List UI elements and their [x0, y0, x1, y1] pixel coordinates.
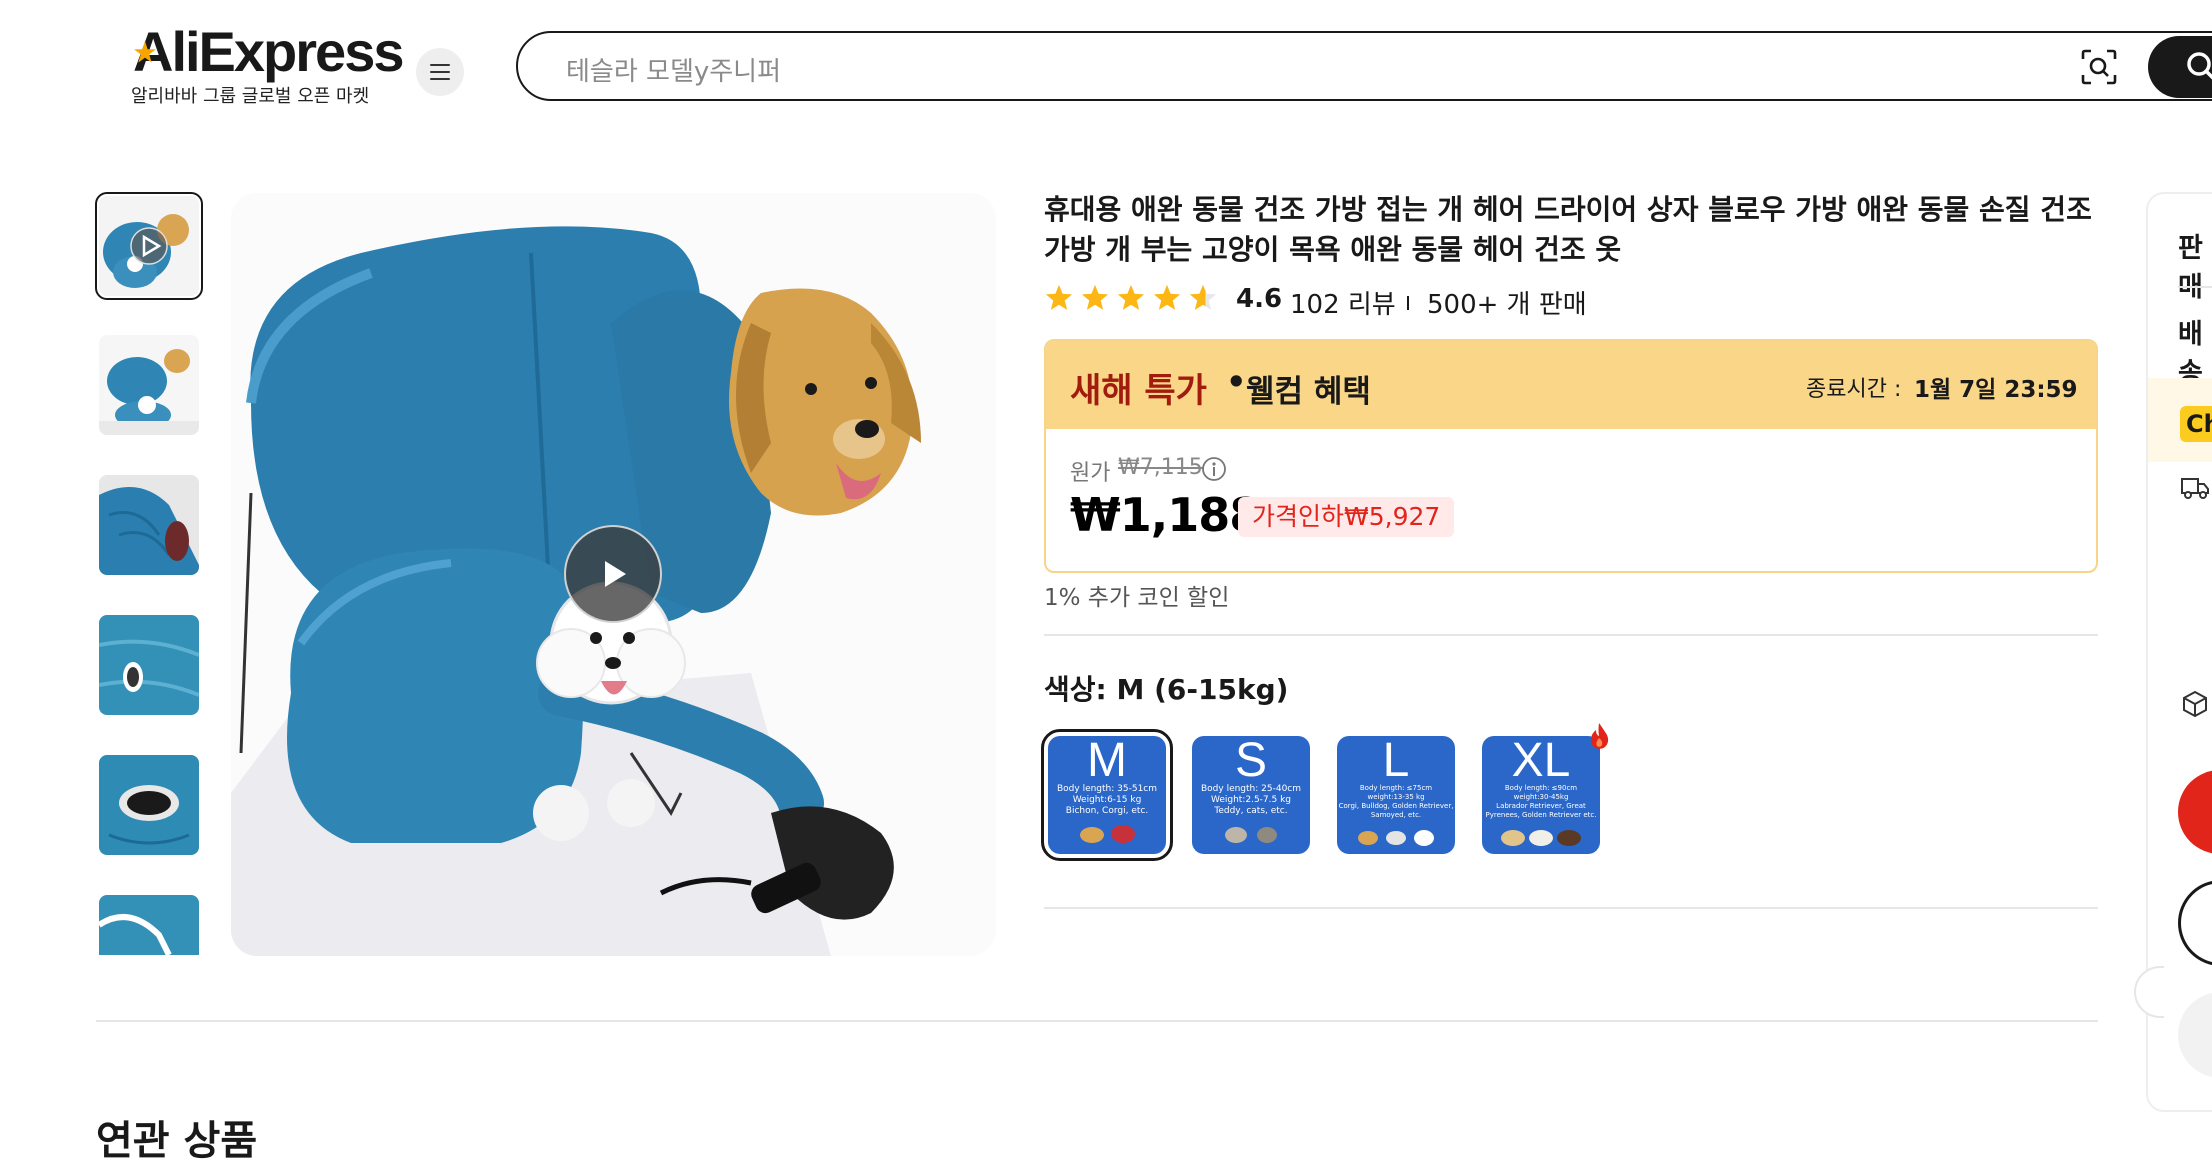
- variant-label: 색상: M (6-15kg): [1044, 673, 1289, 706]
- variant-detail: Body length: 35-51cm: [1056, 784, 1158, 794]
- aliexpress-logo[interactable]: AliExpress: [133, 22, 404, 82]
- star-full-icon: [1153, 284, 1181, 310]
- variant-detail: weight:30-45kg: [1513, 793, 1569, 801]
- variant-size: S: [1234, 736, 1267, 787]
- gallery-thumb-video[interactable]: [95, 192, 203, 300]
- seller-label[interactable]: 판매: [2178, 226, 2212, 304]
- related-products-heading: 연관 상품: [96, 1118, 258, 1164]
- camera-search-icon[interactable]: [2080, 48, 2118, 86]
- deal-end-label: 종료시간 :: [1806, 377, 1902, 402]
- star-full-icon: [1117, 284, 1145, 310]
- gallery-thumb-5[interactable]: [99, 755, 199, 855]
- original-price: ₩7,115: [1118, 455, 1203, 480]
- current-price: ₩1,188: [1070, 488, 1261, 542]
- variant-detail: Weight:6-15 kg: [1072, 795, 1142, 805]
- gallery-thumb-2[interactable]: [99, 335, 199, 435]
- choice-badge: Ch: [2180, 406, 2212, 442]
- dog-image: [1358, 830, 1434, 846]
- variant-detail: Bichon, Corgi, etc.: [1065, 806, 1149, 816]
- discount-badge: 가격인하₩5,927: [1238, 497, 1455, 537]
- review-count-link[interactable]: 102 리뷰: [1290, 284, 1396, 321]
- variant-option-m[interactable]: M Body length: 35-51cm Weight:6-15 kg Bi…: [1041, 729, 1173, 861]
- divider: [1044, 907, 2098, 909]
- star-full-icon: [1045, 284, 1073, 310]
- divider: [1407, 296, 1409, 310]
- info-icon[interactable]: [1201, 456, 1227, 482]
- star-rating[interactable]: [1044, 283, 1218, 313]
- star-half-icon: [1189, 284, 1217, 310]
- variant-detail: Labrador Retriever, Great Pyrenees, Gold…: [1485, 802, 1597, 819]
- original-price-label: 원가: [1070, 461, 1111, 486]
- star-full-icon: [1081, 284, 1109, 310]
- variant-detail: Weight:2.5-7.5 kg: [1210, 795, 1292, 805]
- variant-size: XL: [1511, 736, 1571, 787]
- deal-title: 새해 특가: [1070, 371, 1207, 411]
- variant-option-s[interactable]: S Body length: 25-40cm Weight:2.5-7.5 kg…: [1192, 736, 1310, 854]
- product-title: 휴대용 애완 동물 건조 가방 접는 개 헤어 드라이어 상자 블로우 가방 애…: [1044, 193, 2092, 266]
- variant-detail: Teddy, cats, etc.: [1214, 806, 1288, 816]
- logo-tagline: 알리바바 그룹 글로벌 오픈 마켓: [131, 86, 370, 107]
- gallery-thumb-4[interactable]: [99, 615, 199, 715]
- variant-option-l[interactable]: L Body length: ≤75cm weight:13-35 kg Cor…: [1337, 736, 1455, 854]
- variant-option-xl[interactable]: XL Body length: ≤90cm weight:30-45kg Lab…: [1482, 736, 1600, 854]
- search-button[interactable]: [2148, 36, 2212, 98]
- menu-icon: [430, 64, 450, 80]
- panel-collapse-arrow[interactable]: [2134, 966, 2164, 1018]
- variant-size: M: [1087, 736, 1127, 787]
- hot-fire-icon: [1590, 723, 1609, 749]
- search-input[interactable]: 테슬라 모델y주니퍼: [566, 51, 781, 88]
- package-icon: [2183, 690, 2207, 718]
- variant-detail: Body length: ≤75cm: [1359, 784, 1433, 792]
- dog-image: [1501, 830, 1581, 846]
- gallery-thumb-6[interactable]: [99, 895, 199, 955]
- play-video-button[interactable]: [564, 525, 662, 623]
- search-icon: [2187, 52, 2212, 80]
- dog-image: [1225, 827, 1277, 843]
- logo-star-icon: [134, 41, 156, 63]
- menu-button[interactable]: [416, 48, 464, 96]
- variant-detail: Corgi, Bulldog, Golden Retriever, Samoye…: [1338, 802, 1454, 819]
- sold-count: 500+ 개 판매: [1427, 290, 1587, 320]
- truck-icon: [2181, 478, 2209, 499]
- coin-discount-note: 1% 추가 코인 할인: [1044, 585, 1230, 611]
- deal-end-time: 1월 7일 23:59: [1914, 377, 2078, 403]
- variant-detail: Body length: 25-40cm: [1200, 784, 1302, 794]
- variant-detail: Body length: ≤90cm: [1504, 784, 1578, 792]
- gallery-thumb-3[interactable]: [99, 475, 199, 575]
- play-icon: [605, 561, 626, 587]
- dog-image: [1080, 825, 1135, 843]
- divider: [2178, 286, 2212, 288]
- variant-size: L: [1382, 736, 1410, 787]
- variant-detail: weight:13-35 kg: [1367, 793, 1425, 801]
- divider: [1044, 634, 2098, 636]
- section-divider: [96, 1020, 2098, 1022]
- deal-separator: •: [1226, 363, 1247, 401]
- deal-subtitle: 웰컴 혜택: [1246, 374, 1371, 410]
- rating-value: 4.6: [1236, 284, 1283, 314]
